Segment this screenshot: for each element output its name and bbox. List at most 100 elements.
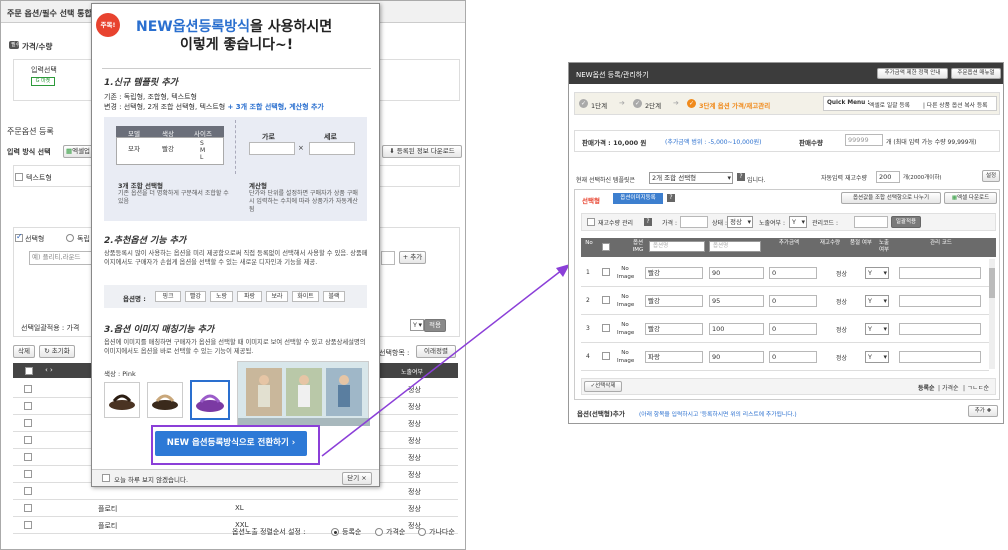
filter-code-input[interactable] bbox=[854, 216, 888, 228]
color-chip[interactable]: 화이트 bbox=[292, 291, 319, 302]
row-checkbox[interactable] bbox=[24, 470, 32, 478]
sandal-thumb-2[interactable] bbox=[147, 382, 183, 418]
row-image[interactable]: No Image bbox=[617, 293, 634, 309]
help-icon[interactable]: ? bbox=[644, 218, 652, 226]
dont-show-checkbox[interactable] bbox=[102, 474, 110, 482]
switch-to-new-option-button[interactable]: NEW 옵션등록방식으로 전환하기 › bbox=[155, 431, 307, 456]
stock-set-button[interactable]: 설정 bbox=[982, 170, 1000, 182]
row-no: 1 bbox=[586, 269, 590, 276]
row-price[interactable]: 0 bbox=[769, 295, 817, 307]
option-manual-button[interactable]: 주문옵션 매뉴얼 bbox=[951, 68, 1001, 79]
close-button[interactable]: 닫기 × bbox=[342, 472, 372, 485]
color-chip[interactable]: 보라 bbox=[266, 291, 288, 302]
row-checkbox[interactable] bbox=[602, 352, 610, 360]
grid-header-input[interactable]: 옵션명 bbox=[709, 241, 761, 252]
row-checkbox[interactable] bbox=[602, 324, 610, 332]
help-icon[interactable]: ? bbox=[667, 194, 675, 202]
grid-select-all-checkbox[interactable] bbox=[602, 243, 610, 251]
row-manage-code[interactable] bbox=[899, 267, 981, 279]
select-all-checkbox[interactable] bbox=[25, 367, 33, 375]
sort-price-link[interactable]: | 가격순 bbox=[938, 383, 959, 392]
row-image[interactable]: No Image bbox=[617, 265, 634, 281]
row-checkbox[interactable] bbox=[24, 521, 32, 529]
grid-scroll-thumb[interactable] bbox=[989, 268, 995, 298]
sort-radio-price[interactable] bbox=[375, 528, 383, 536]
select-type-checkbox[interactable] bbox=[15, 232, 23, 242]
s2-option-label: 옵션명 : bbox=[123, 295, 146, 303]
add-option-button[interactable]: 추가 ✚ bbox=[968, 405, 998, 417]
combine-split-button[interactable]: 옵션값을 조합 선택항으로 나누기 bbox=[841, 192, 941, 204]
row-option-value[interactable]: 90 bbox=[709, 267, 764, 279]
row-image[interactable]: No Image bbox=[617, 321, 634, 337]
row-manage-code[interactable] bbox=[899, 295, 981, 307]
row-option-name[interactable]: 빨강 bbox=[645, 267, 703, 279]
help-icon[interactable]: ? bbox=[737, 173, 745, 181]
bulk-apply-button[interactable]: 일괄적용 bbox=[891, 216, 921, 228]
color-chip[interactable]: 파랑 bbox=[237, 291, 262, 302]
sort-radio-alpha[interactable] bbox=[418, 528, 426, 536]
qty-input[interactable]: 99999 bbox=[845, 134, 883, 146]
row-checkbox[interactable] bbox=[24, 453, 32, 461]
row-option-name[interactable]: 파랑 bbox=[645, 351, 703, 363]
row-name: 플로티 bbox=[98, 522, 118, 530]
calc-width-input[interactable] bbox=[249, 142, 295, 155]
row-option-value[interactable]: 95 bbox=[709, 295, 764, 307]
row-price[interactable]: 0 bbox=[769, 351, 817, 363]
row-expose-select[interactable]: Y bbox=[865, 295, 889, 307]
row-checkbox[interactable] bbox=[24, 385, 32, 393]
row-price[interactable]: 0 bbox=[769, 267, 817, 279]
registered-info-download-button[interactable]: ⬇ 등록된 정보 다운로드 bbox=[382, 145, 462, 158]
stock-input[interactable]: 200 bbox=[876, 171, 900, 183]
grid-header-cell: No bbox=[585, 240, 593, 246]
excel-download-button[interactable]: ▦엑셀 다운로드 bbox=[944, 192, 997, 204]
tab-select[interactable]: 선택형 bbox=[582, 195, 600, 205]
row-checkbox[interactable] bbox=[24, 419, 32, 427]
quick-copy-link[interactable]: | 다른 상품 옵션 복사 등록 bbox=[923, 100, 988, 109]
sort-register-link[interactable]: 등록순 bbox=[918, 383, 935, 392]
row-manage-code[interactable] bbox=[899, 351, 981, 363]
text-type-checkbox[interactable] bbox=[15, 173, 23, 181]
sandal-thumb-3-selected[interactable] bbox=[190, 380, 230, 420]
stock-manage-checkbox[interactable] bbox=[587, 218, 595, 226]
row-manage-code[interactable] bbox=[899, 323, 981, 335]
additional-price-policy-button[interactable]: 추가금액 제한 정책 안내 bbox=[877, 68, 948, 79]
row-image[interactable]: No Image bbox=[617, 349, 634, 365]
filter-price-input[interactable] bbox=[680, 216, 708, 228]
color-chip[interactable]: 노랑 bbox=[210, 291, 233, 302]
sandal-thumb-1[interactable] bbox=[104, 382, 140, 418]
color-chip[interactable]: 핑크 bbox=[155, 291, 181, 302]
row-expose-select[interactable]: Y bbox=[865, 351, 889, 363]
grid-header-cell: 노출 여부 bbox=[878, 240, 890, 253]
example-input[interactable]: 예) 플리티,라운드 bbox=[29, 251, 97, 265]
reset-button[interactable]: ↻ 초기화 bbox=[39, 345, 75, 358]
tab-image-register[interactable]: 옵션이미지등록 bbox=[613, 193, 663, 204]
delete-selected-button[interactable]: ✓선택삭제 bbox=[584, 381, 622, 392]
row-option-name[interactable]: 빨강 bbox=[645, 295, 703, 307]
filter-expose-select[interactable]: Y bbox=[789, 216, 807, 228]
row-expose-select[interactable]: Y bbox=[865, 323, 889, 335]
row-option-value[interactable]: 100 bbox=[709, 323, 764, 335]
color-chip[interactable]: 빨강 bbox=[185, 291, 206, 302]
row-checkbox[interactable] bbox=[602, 268, 610, 276]
row-checkbox[interactable] bbox=[24, 436, 32, 444]
row-checkbox[interactable] bbox=[24, 402, 32, 410]
row-option-name[interactable]: 빨강 bbox=[645, 323, 703, 335]
row-checkbox[interactable] bbox=[602, 296, 610, 304]
step-1: 1단계 bbox=[591, 102, 608, 110]
grid-header-input[interactable]: 옵션명 bbox=[649, 241, 705, 252]
cap1-text: 기존 옵션을 더 명확하게 구분해서 조합할 수 있음 bbox=[118, 190, 229, 205]
row-option-value[interactable]: 90 bbox=[709, 351, 764, 363]
row-price[interactable]: 0 bbox=[769, 323, 817, 335]
independent-radio[interactable] bbox=[66, 234, 74, 242]
excel-upload-button[interactable]: ▦엑셀업 bbox=[63, 145, 93, 158]
calc-height-input[interactable] bbox=[309, 142, 355, 155]
row-checkbox[interactable] bbox=[24, 487, 32, 495]
delete-button[interactable]: 삭제 bbox=[13, 345, 35, 358]
sort-radio-register[interactable] bbox=[331, 528, 339, 536]
row-checkbox[interactable] bbox=[24, 504, 32, 512]
filter-status-select[interactable]: 정상 bbox=[727, 216, 753, 228]
template-select[interactable]: 2개 조합 선택형 bbox=[649, 172, 733, 184]
row-expose-select[interactable]: Y bbox=[865, 267, 889, 279]
sort-alpha-link[interactable]: | ㄱㄴㄷ순 bbox=[963, 383, 989, 392]
quick-excel-link[interactable]: 엑셀로 일괄 등록 bbox=[869, 100, 910, 109]
